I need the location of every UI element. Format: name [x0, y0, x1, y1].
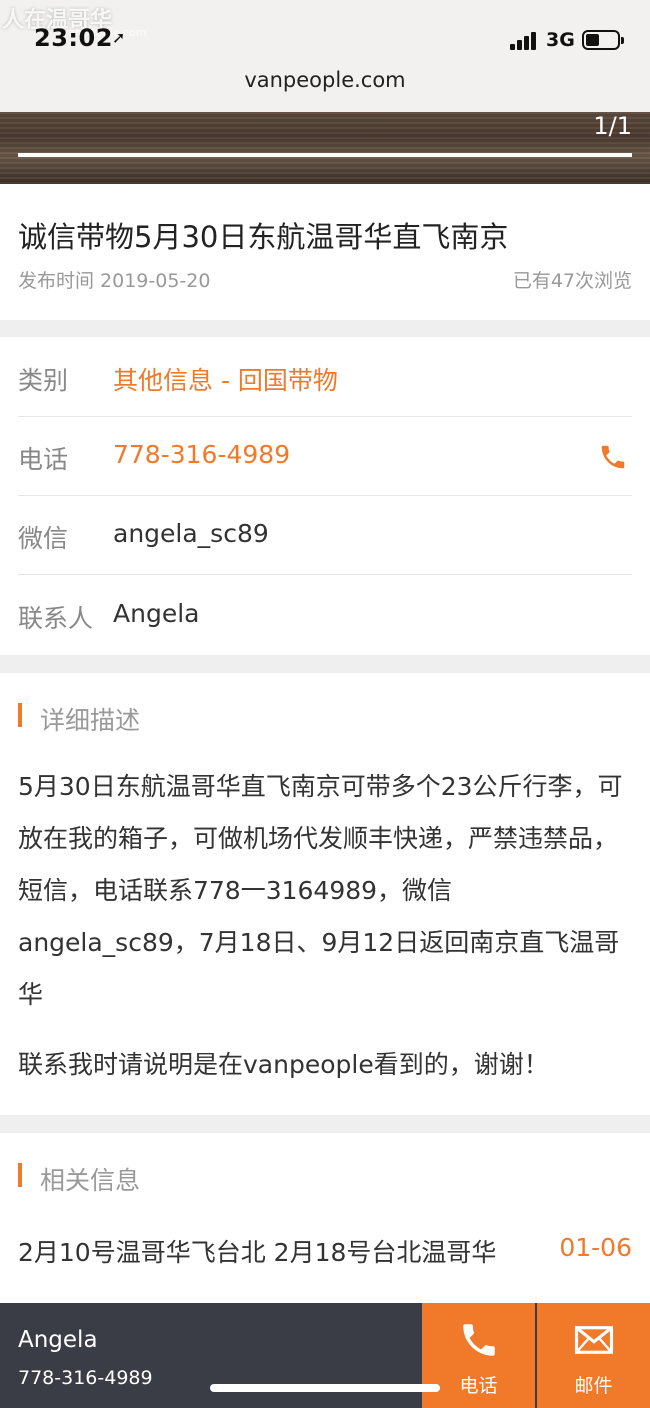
related-item-title[interactable]: 2月10号温哥华飞台北 2月18号台北温哥华	[18, 1233, 496, 1269]
contact-label: 联系人	[18, 604, 94, 633]
publish-date: 发布时间 2019-05-20	[18, 270, 211, 292]
location-icon: ➚	[112, 28, 126, 47]
view-count: 已有47次浏览	[512, 270, 632, 292]
phone-row[interactable]: 电话 778-316-4989	[18, 416, 632, 496]
address-bar[interactable]: vanpeople.com	[0, 68, 650, 92]
image-banner[interactable]: 1/1	[0, 112, 650, 184]
phone-icon[interactable]	[598, 442, 628, 472]
mail-button[interactable]: 邮件	[537, 1303, 650, 1408]
network-type: 3G	[546, 29, 575, 51]
signal-icon	[510, 32, 540, 50]
image-pager: 1/1	[593, 112, 632, 140]
banner-divider	[18, 153, 632, 157]
status-time: 23:02	[34, 24, 113, 52]
category-row: 类别 其他信息 - 回国带物	[18, 337, 632, 417]
contact-bar-phone: 778-316-4989	[18, 1367, 153, 1389]
list-item[interactable]: 2月10号温哥华飞台北 2月18号台北温哥华 01-06	[18, 1233, 632, 1273]
category-label: 类别	[18, 366, 69, 395]
contact-bar-name: Angela	[18, 1327, 98, 1353]
phone-link[interactable]: 778-316-4989	[113, 440, 290, 469]
related-item-date: 01-06	[559, 1233, 632, 1262]
browser-top-bar: 人在温哥华 vanpeople.com 23:02 ➚ 3G vanpeople…	[0, 0, 650, 112]
related-title: 相关信息	[40, 1166, 141, 1195]
wechat-label: 微信	[18, 524, 69, 553]
heading-accent-bar	[18, 703, 22, 727]
mail-button-label: 邮件	[574, 1375, 613, 1397]
heading-accent-bar	[18, 1163, 22, 1187]
description-footer: 联系我时请说明是在vanpeople看到的，谢谢！	[18, 1050, 549, 1079]
description-body: 5月30日东航温哥华直飞南京可带多个23公斤行李，可放在我的箱子，可做机场代发顺…	[18, 772, 623, 1009]
category-link[interactable]: 其他信息 - 回国带物	[113, 361, 338, 397]
wechat-row: 微信 angela_sc89	[18, 495, 632, 575]
post-header: 诚信带物5月30日东航温哥华直飞南京 发布时间 2019-05-20 已有47次…	[0, 184, 650, 320]
description-section: 详细描述 5月30日东航温哥华直飞南京可带多个23公斤行李，可放在我的箱子，可做…	[0, 673, 650, 1115]
battery-icon	[582, 30, 624, 50]
phone-label: 电话	[18, 445, 69, 474]
contact-value: Angela	[113, 599, 200, 628]
home-indicator[interactable]	[210, 1384, 440, 1392]
description-title: 详细描述	[40, 706, 141, 735]
call-button[interactable]: 电话	[422, 1303, 535, 1408]
contact-row: 联系人 Angela	[18, 575, 632, 655]
wechat-value: angela_sc89	[113, 519, 269, 548]
info-card: 类别 其他信息 - 回国带物 电话 778-316-4989 微信 angela…	[0, 337, 650, 655]
envelope-icon	[574, 1326, 614, 1354]
phone-icon	[463, 1324, 495, 1356]
post-title: 诚信带物5月30日东航温哥华直飞南京	[18, 220, 509, 254]
contact-bar: Angela 778-316-4989 电话 邮件	[0, 1303, 650, 1408]
